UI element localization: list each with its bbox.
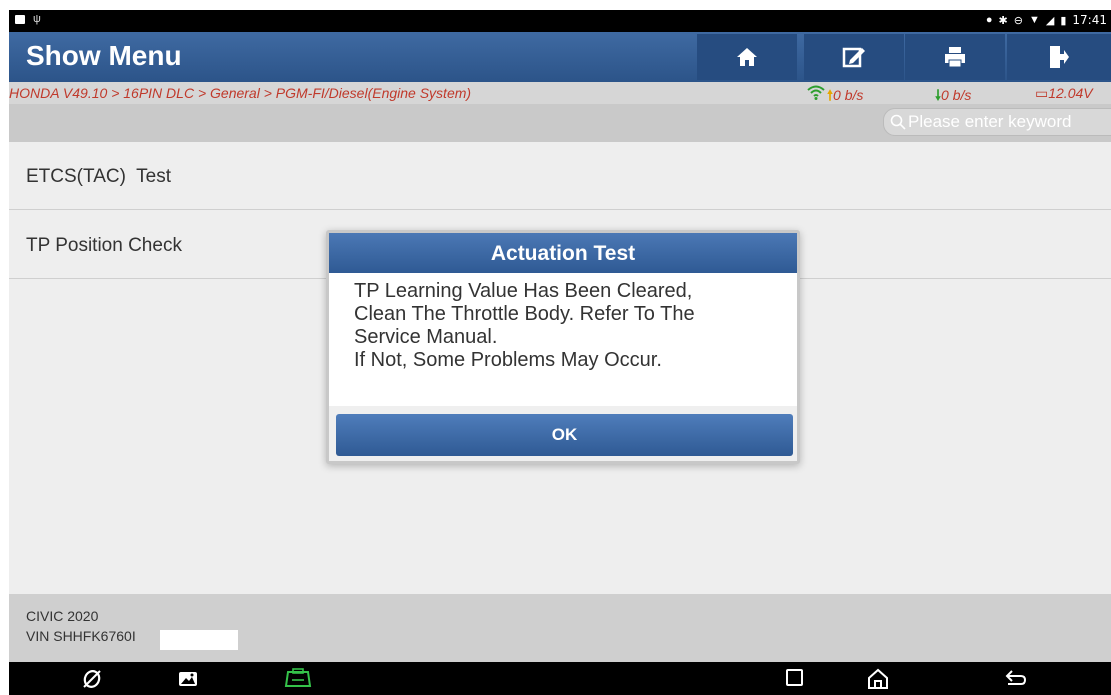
- app-screen: ψ ● ✱ ⊖ ▼ ◢ ▮ 17:41 Show Menu HONDA V49.…: [9, 10, 1111, 695]
- dialog-title: Actuation Test: [329, 233, 797, 273]
- search-input[interactable]: Please enter keyword: [883, 108, 1111, 136]
- search-bar: Please enter keyword: [9, 104, 1111, 142]
- print-button[interactable]: [905, 34, 1005, 80]
- exit-icon: [1050, 46, 1069, 68]
- wifi-signal-icon: [807, 85, 825, 100]
- dialog-message-line: Clean The Throttle Body. Refer To The: [354, 303, 695, 325]
- dialog-message-line: Service Manual.: [354, 326, 498, 348]
- search-placeholder: Please enter keyword: [908, 112, 1072, 131]
- dialog-footer: OK: [329, 406, 797, 461]
- vehicle-model: CIVIC 2020: [26, 608, 99, 624]
- voltage-value: 12.04V: [1048, 85, 1093, 101]
- battery-icon: ▮: [1060, 14, 1067, 27]
- menu-item-etcs-test[interactable]: ETCS(TAC) Test: [9, 142, 1111, 210]
- status-bar: ψ ● ✱ ⊖ ▼ ◢ ▮ 17:41: [9, 10, 1111, 32]
- status-time: 17:41: [1072, 13, 1107, 27]
- bluetooth-icon: ✱: [998, 14, 1008, 27]
- image-icon: [15, 14, 25, 24]
- vehicle-vin: VIN SHHFK6760I: [26, 628, 136, 644]
- voltage-readout: ▭12.04V: [1035, 85, 1093, 102]
- back-icon[interactable]: [1004, 668, 1028, 690]
- home-icon[interactable]: [867, 668, 889, 690]
- exit-button[interactable]: [1007, 34, 1111, 80]
- breadcrumb-path: HONDA V49.10 > 16PIN DLC > General > PGM…: [9, 85, 472, 101]
- vin-redaction: [160, 630, 238, 650]
- android-nav-bar: [9, 662, 1111, 695]
- menu-item-label: TP Position Check: [26, 235, 182, 256]
- search-icon: [890, 114, 906, 130]
- dialog-message: TP Learning Value Has Been Cleared, Clea…: [329, 273, 797, 406]
- vehicle-info-bar: CIVIC 2020 VIN SHHFK6760I: [9, 594, 1111, 662]
- usb-icon: ψ: [33, 13, 41, 25]
- upload-rate-value: 0 b/s: [833, 87, 864, 103]
- title-bar: Show Menu: [9, 32, 1111, 82]
- location-icon: ●: [985, 14, 993, 26]
- dnd-icon: ⊖: [1013, 14, 1023, 27]
- breadcrumb: HONDA V49.10 > 16PIN DLC > General > PGM…: [9, 82, 1111, 104]
- home-icon: [737, 48, 757, 66]
- dialog-message-line: If Not, Some Problems May Occur.: [354, 349, 662, 371]
- report-button[interactable]: [804, 34, 904, 80]
- actuation-test-dialog: Actuation Test TP Learning Value Has Bee…: [326, 230, 800, 464]
- page-title: Show Menu: [26, 40, 182, 71]
- download-rate-value: 0 b/s: [941, 87, 972, 103]
- dialog-message-line: TP Learning Value Has Been Cleared,: [354, 280, 693, 302]
- wifi-icon: ▼: [1028, 14, 1040, 26]
- vci-icon[interactable]: [284, 668, 312, 690]
- ok-button[interactable]: OK: [336, 414, 793, 456]
- signal-icon: ◢: [1045, 14, 1055, 27]
- recents-icon[interactable]: [785, 668, 805, 688]
- menu-item-label: ETCS(TAC) Test: [26, 166, 171, 187]
- battery-voltage-icon: ▭: [1035, 85, 1049, 101]
- print-icon: [945, 47, 965, 68]
- browser-icon[interactable]: [81, 668, 103, 690]
- home-button[interactable]: [697, 34, 797, 80]
- edit-report-icon: [842, 47, 865, 68]
- gallery-icon[interactable]: [177, 668, 199, 690]
